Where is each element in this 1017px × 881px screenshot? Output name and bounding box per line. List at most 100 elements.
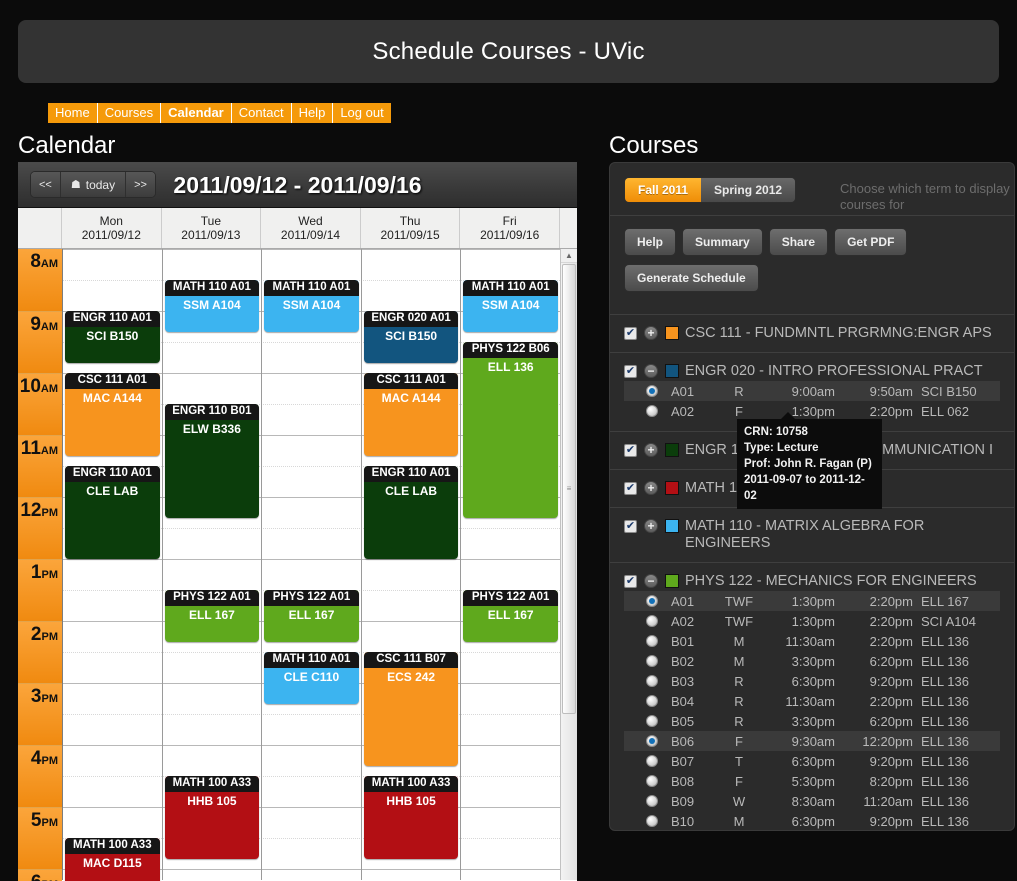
- course-color-swatch[interactable]: [665, 481, 679, 495]
- section-radio[interactable]: [646, 735, 658, 747]
- section-id: A01: [671, 383, 695, 399]
- section-room: ELL 136: [921, 753, 969, 769]
- calendar-event[interactable]: MATH 110 A01 SSM A104: [463, 280, 558, 332]
- nav-item-home[interactable]: Home: [48, 103, 98, 123]
- calendar-event[interactable]: MATH 100 A33 MAC D115: [65, 838, 160, 881]
- summary-button[interactable]: Summary: [682, 228, 763, 256]
- course-checkbox[interactable]: ✔: [624, 482, 637, 495]
- section-row[interactable]: A01 TWF 1:30pm 2:20pm ELL 167: [624, 591, 1000, 611]
- calendar-event-location: ELL 167: [188, 608, 235, 622]
- course-color-swatch[interactable]: [665, 326, 679, 340]
- section-radio[interactable]: [646, 775, 658, 787]
- section-radio[interactable]: [646, 795, 658, 807]
- calendar-event[interactable]: CSC 111 B07 ECS 242: [363, 652, 459, 766]
- section-row[interactable]: B02 M 3:30pm 6:20pm ELL 136: [624, 651, 1000, 671]
- course-color-swatch[interactable]: [665, 443, 679, 457]
- section-row[interactable]: B04 R 11:30am 2:20pm ELL 136: [624, 691, 1000, 711]
- course-color-swatch[interactable]: [665, 574, 679, 588]
- calendar-grid[interactable]: ENGR 110 A01 SCI B150 CSC 111 A01 MAC A144 E…: [62, 249, 561, 881]
- generate-schedule-button[interactable]: Generate Schedule: [624, 264, 759, 292]
- section-radio[interactable]: [646, 635, 658, 647]
- expand-icon[interactable]: +: [644, 326, 658, 340]
- term-tab-spring-2012[interactable]: Spring 2012: [701, 178, 796, 202]
- expand-icon[interactable]: +: [644, 443, 658, 457]
- section-row[interactable]: B10 M 6:30pm 9:20pm ELL 136: [624, 811, 1000, 830]
- collapse-icon[interactable]: −: [644, 364, 658, 378]
- calendar-event[interactable]: CSC 111 A01 MAC A144: [65, 373, 160, 456]
- section-radio[interactable]: [646, 655, 658, 667]
- calendar-event[interactable]: MATH 110 A01 SSM A104: [264, 280, 359, 332]
- section-start-time: 11:30am: [785, 693, 835, 709]
- calendar-event[interactable]: ENGR 110 B01 ELW B336: [164, 404, 260, 518]
- expand-icon[interactable]: +: [644, 519, 658, 533]
- calendar-event-title: PHYS 122 A01: [264, 590, 359, 606]
- calendar-event[interactable]: CSC 111 A01 MAC A144: [363, 373, 459, 456]
- nav-item-courses[interactable]: Courses: [97, 103, 162, 123]
- section-row[interactable]: B07 T 6:30pm 9:20pm ELL 136: [624, 751, 1000, 771]
- calendar-scrollbar[interactable]: ▲ ≡: [560, 249, 577, 880]
- section-radio[interactable]: [646, 715, 658, 727]
- section-row[interactable]: A02 F 1:30pm 2:20pm ELL 062: [624, 401, 1000, 421]
- calendar-event[interactable]: PHYS 122 A01 ELL 167: [264, 590, 359, 642]
- section-radio[interactable]: [646, 405, 658, 417]
- expand-icon[interactable]: +: [644, 481, 658, 495]
- calendar-event[interactable]: MATH 110 A01 CLE C110: [264, 652, 359, 704]
- course-header: ✔ + MATH 110 - MATRIX ALGEBRA FOR ENGINEER…: [624, 518, 1000, 552]
- nav-item-log-out[interactable]: Log out: [333, 103, 391, 123]
- time-hour: 11: [20, 438, 41, 459]
- term-tab-fall-2011[interactable]: Fall 2011: [625, 178, 702, 202]
- calendar-event[interactable]: PHYS 122 B06 ELL 136: [463, 342, 558, 518]
- scrollbar-thumb[interactable]: ≡: [562, 264, 576, 714]
- course-color-swatch[interactable]: [665, 519, 679, 533]
- today-button[interactable]: ☗ today: [60, 172, 127, 197]
- help-button[interactable]: Help: [624, 228, 677, 256]
- time-meridiem: AM: [40, 258, 58, 270]
- course-checkbox[interactable]: ✔: [624, 327, 637, 340]
- section-row[interactable]: A01 R 9:00am 9:50am SCI B150: [624, 381, 1000, 401]
- get-pdf-button[interactable]: Get PDF: [834, 228, 908, 256]
- section-row[interactable]: B08 F 5:30pm 8:20pm ELL 136: [624, 771, 1000, 791]
- calendar-event[interactable]: ENGR 110 A01 SCI B150: [65, 311, 160, 363]
- section-room: ELL 167: [921, 593, 969, 609]
- course-checkbox[interactable]: ✔: [624, 575, 637, 588]
- calendar-event[interactable]: PHYS 122 A01 ELL 167: [164, 590, 260, 642]
- section-row[interactable]: B03 R 6:30pm 9:20pm ELL 136: [624, 671, 1000, 691]
- calendar-event-title: CSC 111 B07: [363, 652, 459, 668]
- course-checkbox[interactable]: ✔: [624, 365, 637, 378]
- nav-item-help[interactable]: Help: [291, 103, 334, 123]
- calendar-event[interactable]: ENGR 020 A01 SCI B150: [363, 311, 459, 363]
- section-id: A02: [671, 613, 695, 629]
- course-checkbox[interactable]: ✔: [624, 520, 637, 533]
- calendar-event-location: ELW B336: [182, 422, 241, 436]
- section-row[interactable]: B01 M 11:30am 2:20pm ELL 136: [624, 631, 1000, 651]
- course-checkbox[interactable]: ✔: [624, 444, 637, 457]
- prev-week-button[interactable]: <<: [31, 172, 61, 197]
- section-radio[interactable]: [646, 695, 658, 707]
- course-color-swatch[interactable]: [665, 364, 679, 378]
- section-radio[interactable]: [646, 615, 658, 627]
- section-days: T: [735, 753, 743, 769]
- collapse-icon[interactable]: −: [644, 574, 658, 588]
- calendar-event[interactable]: MATH 100 A33 HHB 105: [363, 776, 459, 859]
- scroll-up-arrow-icon[interactable]: ▲: [561, 249, 577, 263]
- section-row[interactable]: A02 TWF 1:30pm 2:20pm SCI A104: [624, 611, 1000, 631]
- section-radio[interactable]: [646, 815, 658, 827]
- calendar-day-column[interactable]: [262, 249, 362, 880]
- calendar-event[interactable]: MATH 100 A33 HHB 105: [164, 776, 260, 859]
- section-end-time: 9:50am: [869, 383, 913, 399]
- nav-item-contact[interactable]: Contact: [231, 103, 292, 123]
- section-row[interactable]: B06 F 9:30am 12:20pm ELL 136: [624, 731, 1000, 751]
- section-row[interactable]: B05 R 3:30pm 6:20pm ELL 136: [624, 711, 1000, 731]
- section-radio[interactable]: [646, 595, 658, 607]
- share-button[interactable]: Share: [768, 228, 829, 256]
- section-radio[interactable]: [646, 675, 658, 687]
- nav-item-calendar[interactable]: Calendar: [161, 103, 232, 123]
- next-week-button[interactable]: >>: [126, 172, 155, 197]
- calendar-event[interactable]: MATH 110 A01 SSM A104: [164, 280, 260, 332]
- section-row[interactable]: B09 W 8:30am 11:20am ELL 136: [624, 791, 1000, 811]
- section-radio[interactable]: [646, 755, 658, 767]
- calendar-event[interactable]: ENGR 110 A01 CLE LAB: [363, 466, 459, 559]
- calendar-event[interactable]: PHYS 122 A01 ELL 167: [463, 590, 558, 642]
- section-radio[interactable]: [646, 385, 658, 397]
- calendar-event[interactable]: ENGR 110 A01 CLE LAB: [65, 466, 160, 559]
